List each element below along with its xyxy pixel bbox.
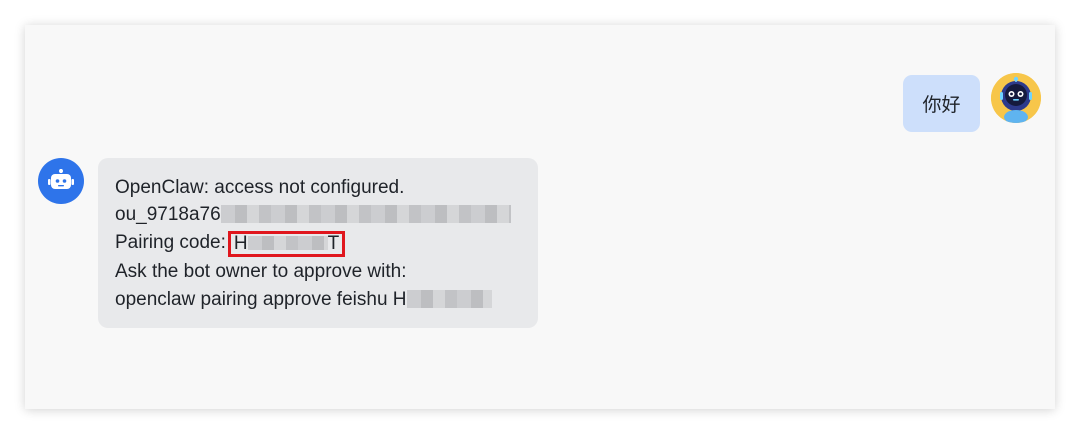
redacted-user-id	[220, 205, 511, 223]
bot-message-line-1: OpenClaw: access not configured.	[115, 177, 405, 198]
bot-message-bubble: OpenClaw: access not configured. ou_9718…	[98, 158, 538, 328]
pairing-code-label: Pairing code:	[115, 232, 226, 253]
bot-message-line-5: openclaw pairing approve feishu H	[115, 288, 492, 312]
redacted-approve-code	[406, 290, 492, 308]
user-id-prefix: ou_9718a76	[115, 204, 221, 225]
approve-command-prefix: openclaw pairing approve feishu H	[115, 289, 407, 310]
robot-mascot-avatar-icon[interactable]	[991, 73, 1041, 123]
redacted-pairing-code	[247, 236, 328, 250]
bot-message-line-2: ou_9718a76	[115, 203, 511, 227]
pairing-code-highlight: HT	[227, 231, 346, 257]
user-message-text: 你好	[922, 94, 961, 116]
bot-message-line-4: Ask the bot owner to approve with:	[115, 261, 407, 282]
chat-panel: 你好 OpenClaw: access not configured. ou_9…	[25, 25, 1055, 409]
user-message-bubble: 你好	[903, 75, 980, 132]
robot-icon[interactable]	[38, 158, 84, 204]
bot-message-line-3: Pairing code: H T	[115, 231, 346, 257]
